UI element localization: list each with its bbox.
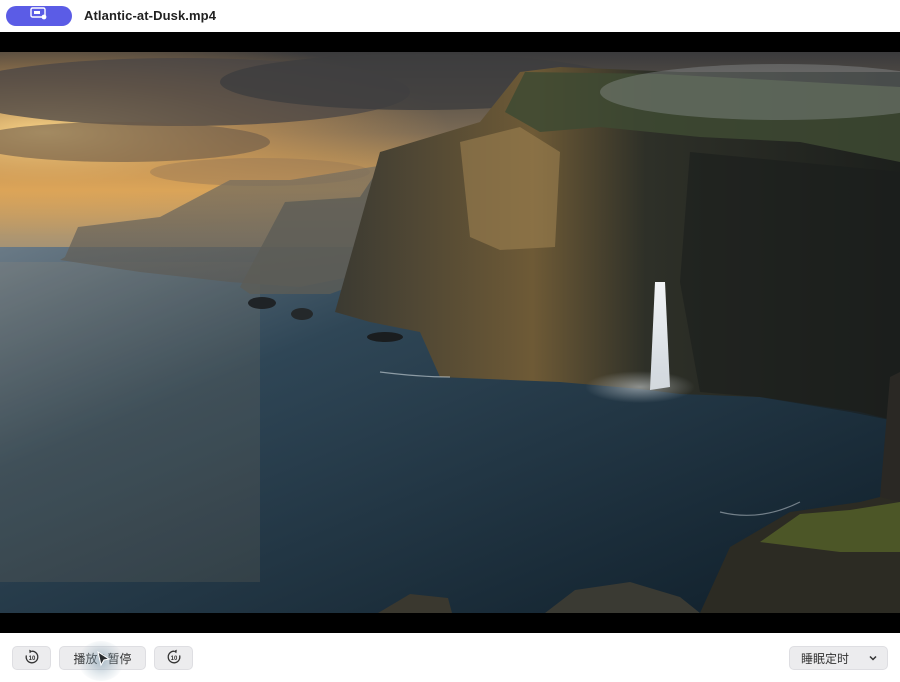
play-pause-button[interactable]: 播放 / 暂停	[59, 646, 146, 670]
svg-text:10: 10	[170, 656, 177, 662]
chevron-down-icon	[868, 652, 878, 666]
forward-10-button[interactable]: 10	[154, 646, 193, 670]
window-title: Atlantic-at-Dusk.mp4	[84, 8, 217, 23]
screen-share-button[interactable]	[6, 6, 72, 26]
sleep-timer-label: 睡眠定时	[801, 651, 850, 666]
rewind-10-icon: 10	[24, 649, 40, 668]
playback-controls: 10 播放 / 暂停 10 睡眠定时	[0, 633, 900, 682]
screen-share-icon	[30, 7, 48, 25]
video-frame[interactable]	[0, 32, 900, 633]
video-player-window: Atlantic-at-Dusk.mp4 10 播放 / 暂停 10 睡眠定时	[0, 0, 900, 682]
play-pause-label: 播放 / 暂停	[73, 651, 132, 666]
video-scene-image	[0, 32, 900, 633]
forward-10-icon: 10	[166, 649, 182, 668]
title-bar: Atlantic-at-Dusk.mp4	[0, 0, 900, 32]
sleep-timer-dropdown[interactable]: 睡眠定时	[789, 646, 888, 670]
rewind-10-button[interactable]: 10	[12, 646, 51, 670]
svg-text:10: 10	[28, 656, 35, 662]
